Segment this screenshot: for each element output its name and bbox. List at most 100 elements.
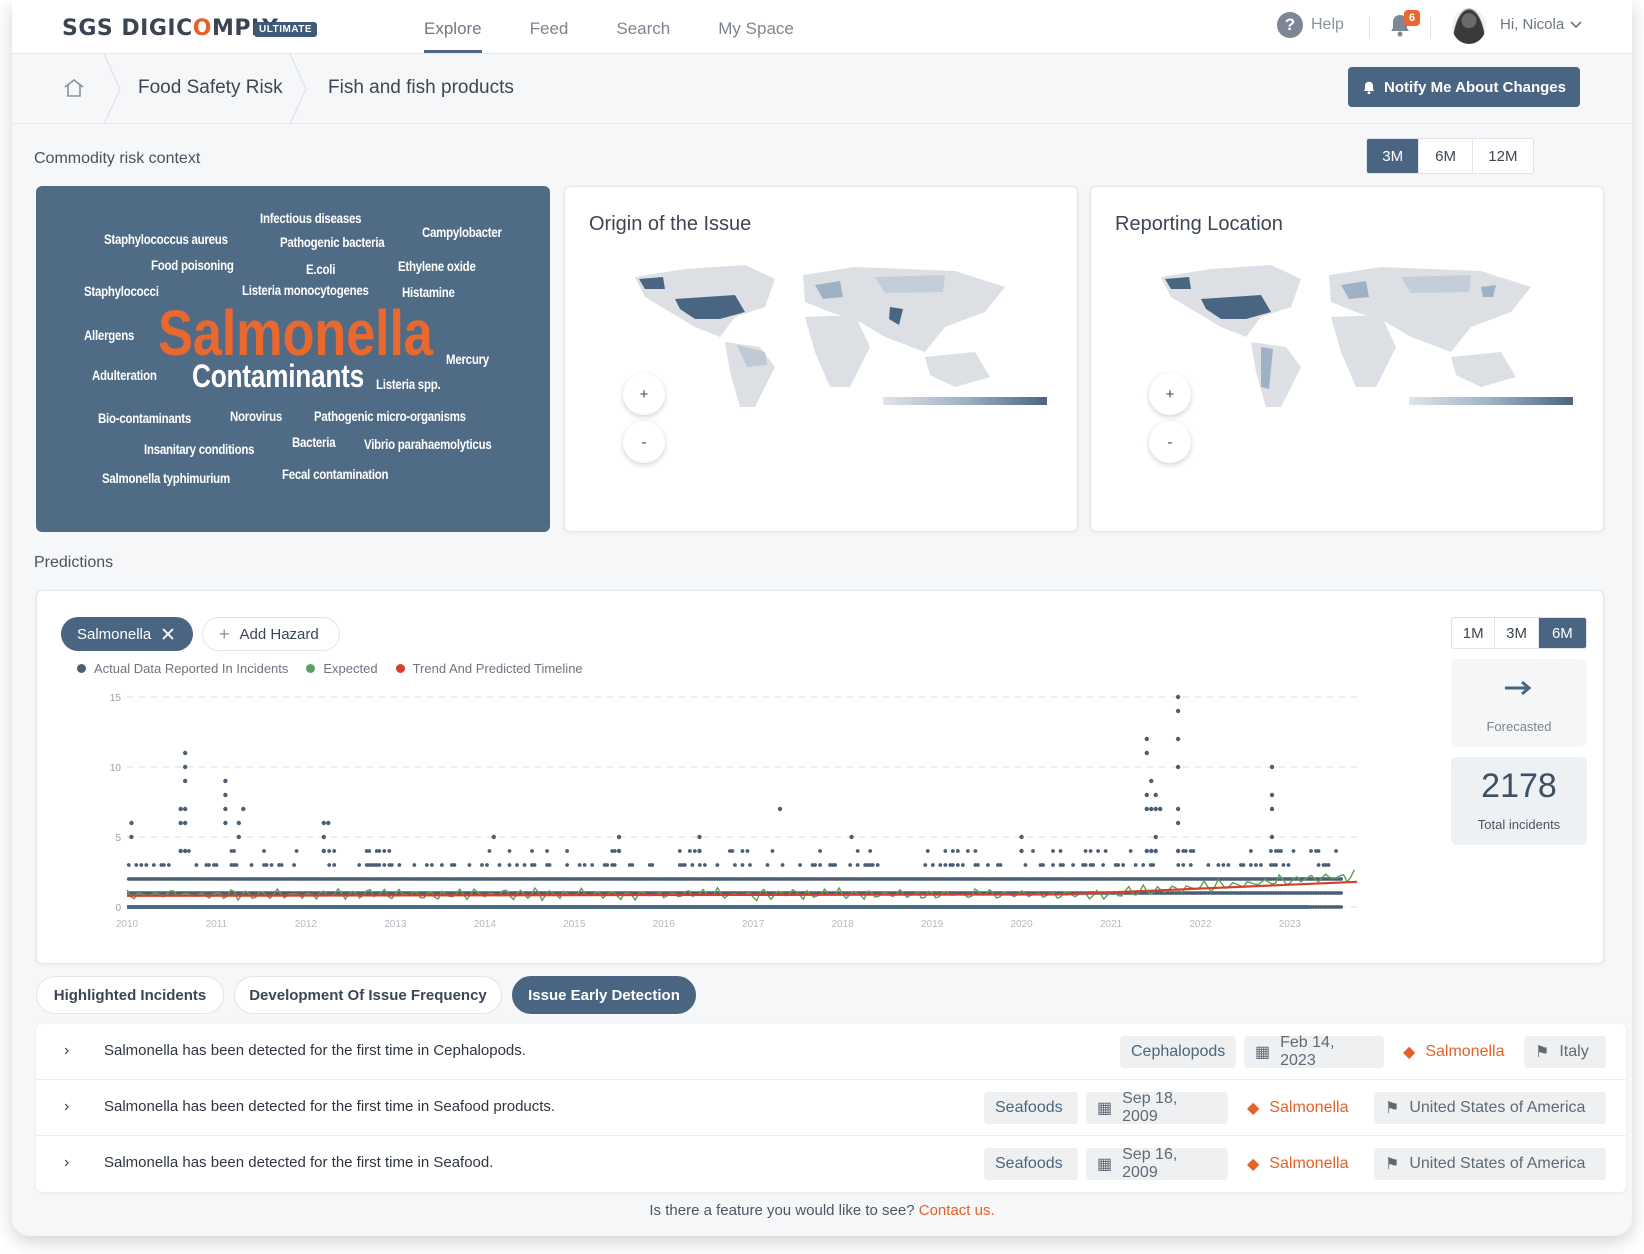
wordcloud-term[interactable]: Staphylococcus aureus <box>104 231 228 247</box>
avatar[interactable] <box>1452 8 1486 44</box>
category-tag[interactable]: Seafoods <box>984 1148 1078 1180</box>
category-tag[interactable]: Cephalopods <box>1120 1036 1236 1068</box>
incident-text: Salmonella has been detected for the fir… <box>104 1154 494 1171</box>
range-6m-button[interactable]: 6M <box>1538 618 1586 648</box>
data-point <box>577 863 582 867</box>
wordcloud-term[interactable]: Insanitary conditions <box>144 441 255 457</box>
data-point <box>223 778 228 784</box>
wordcloud-term[interactable]: Pathogenic bacteria <box>280 234 385 250</box>
list-item[interactable]: › Salmonella has been detected for the f… <box>36 1136 1626 1192</box>
zoom-out-button[interactable]: - <box>623 421 665 463</box>
home-icon[interactable] <box>62 76 86 100</box>
period-6m-button[interactable]: 6M <box>1419 139 1473 173</box>
wordcloud-term[interactable]: Bacteria <box>292 434 336 450</box>
nav-explore[interactable]: Explore <box>424 0 482 53</box>
data-point <box>507 849 512 853</box>
wordcloud-term[interactable]: Bio-contaminants <box>98 410 191 426</box>
list-item[interactable]: › Salmonella has been detected for the f… <box>36 1024 1626 1080</box>
tab-issue-frequency[interactable]: Development Of Issue Frequency <box>234 976 502 1014</box>
wordcloud-term[interactable]: Pathogenic micro-organisms <box>314 408 466 424</box>
close-icon[interactable] <box>161 627 175 641</box>
breadcrumb-fish-products[interactable]: Fish and fish products <box>328 77 514 99</box>
wordcloud-term[interactable]: Vibrio parahaemolyticus <box>364 436 492 452</box>
tab-issue-early-detection[interactable]: Issue Early Detection <box>512 976 696 1014</box>
nav-feed[interactable]: Feed <box>530 0 569 53</box>
data-point <box>923 863 928 867</box>
hazard-tag[interactable]: ◆ Salmonella <box>1236 1092 1366 1124</box>
data-point <box>241 806 246 812</box>
data-point <box>565 863 570 867</box>
data-point <box>612 863 617 867</box>
wordcloud-term[interactable]: Campylobacter <box>422 224 502 240</box>
wordcloud-term[interactable]: E.coli <box>306 261 335 277</box>
wordcloud-term[interactable]: Food poisoning <box>151 257 234 273</box>
data-point <box>1175 694 1181 700</box>
data-point <box>547 863 552 867</box>
data-point <box>234 863 239 867</box>
wordcloud-term[interactable]: Salmonella typhimurium <box>102 470 230 486</box>
data-point <box>178 848 183 854</box>
brand-logo[interactable]: SGS DIGICOMPLY <box>62 16 279 41</box>
help-link[interactable]: ? Help <box>1277 12 1344 38</box>
world-map[interactable] <box>625 257 1015 417</box>
breadcrumb-food-safety-risk[interactable]: Food Safety Risk <box>138 77 283 99</box>
wordcloud-term[interactable]: Infectious diseases <box>260 210 361 226</box>
wordcloud-term[interactable]: Ethylene oxide <box>398 258 476 274</box>
chevron-right-icon[interactable]: › <box>64 1154 69 1172</box>
arrow-right-icon <box>1505 680 1532 696</box>
date-text: Sep 18, 2009 <box>1122 1090 1178 1125</box>
chevron-right-icon[interactable]: › <box>64 1042 69 1060</box>
data-point <box>745 849 750 853</box>
contact-us-link[interactable]: Contact us. <box>919 1202 995 1219</box>
wordcloud-term[interactable]: Mercury <box>446 351 489 367</box>
list-item[interactable]: › Salmonella has been detected for the f… <box>36 1080 1626 1136</box>
data-point <box>925 849 930 853</box>
wordcloud-term[interactable]: Allergens <box>84 327 134 343</box>
data-point <box>1339 891 1343 895</box>
country-tag[interactable]: ⚑ United States of America <box>1374 1148 1606 1180</box>
wordcloud-term[interactable]: Listeria spp. <box>376 376 441 392</box>
period-12m-button[interactable]: 12M <box>1473 139 1533 173</box>
user-menu[interactable]: Hi, Nicola <box>1500 16 1582 33</box>
chevron-right-icon[interactable]: › <box>64 1098 69 1116</box>
hazard-tag[interactable]: ◆ Salmonella <box>1236 1148 1366 1180</box>
legend-item-trend[interactable]: Trend And Predicted Timeline <box>395 661 583 676</box>
tab-highlighted-incidents[interactable]: Highlighted Incidents <box>36 976 224 1014</box>
wordcloud-term[interactable]: Fecal contamination <box>282 466 389 482</box>
world-map[interactable] <box>1151 257 1541 417</box>
zoom-out-button[interactable]: - <box>1149 421 1191 463</box>
country-tag[interactable]: ⚑ Italy <box>1524 1036 1606 1068</box>
notify-me-button[interactable]: Notify Me About Changes <box>1348 67 1580 107</box>
data-point <box>1051 849 1055 853</box>
wordcloud-term[interactable]: Adulteration <box>92 367 157 383</box>
legend-item-actual[interactable]: Actual Data Reported In Incidents <box>77 661 288 676</box>
nav-my-space[interactable]: My Space <box>718 0 794 53</box>
nav-search[interactable]: Search <box>616 0 670 53</box>
range-1m-button[interactable]: 1M <box>1452 618 1496 648</box>
wordcloud-term[interactable]: Staphylococci <box>84 283 159 299</box>
country-text: United States of America <box>1409 1099 1586 1116</box>
legend-dot <box>395 664 405 673</box>
range-3m-button[interactable]: 3M <box>1495 618 1539 648</box>
data-point <box>1101 863 1106 867</box>
country-tag[interactable]: ⚑ United States of America <box>1374 1092 1606 1124</box>
data-point <box>868 849 873 853</box>
add-hazard-label: Add Hazard <box>239 625 319 643</box>
add-hazard-button[interactable]: + Add Hazard <box>202 617 340 651</box>
date-text: Feb 14, 2023 <box>1280 1034 1335 1069</box>
data-point <box>1216 863 1221 867</box>
data-point <box>1149 806 1154 812</box>
zoom-in-button[interactable]: + <box>1149 373 1191 415</box>
selected-hazard-label: Salmonella <box>77 625 152 643</box>
data-point <box>702 863 707 867</box>
data-point <box>182 806 188 812</box>
period-3m-button[interactable]: 3M <box>1367 139 1420 173</box>
legend-item-expected[interactable]: Expected <box>306 661 378 676</box>
wordcloud-term[interactable]: Norovirus <box>230 408 282 424</box>
hazard-tag[interactable]: ◆ Salmonella <box>1392 1036 1516 1068</box>
selected-hazard-chip[interactable]: Salmonella <box>61 617 193 651</box>
category-tag[interactable]: Seafoods <box>984 1092 1078 1124</box>
wordcloud-term[interactable]: Contaminants <box>192 358 364 395</box>
divider <box>1369 16 1370 38</box>
zoom-in-button[interactable]: + <box>623 373 665 415</box>
